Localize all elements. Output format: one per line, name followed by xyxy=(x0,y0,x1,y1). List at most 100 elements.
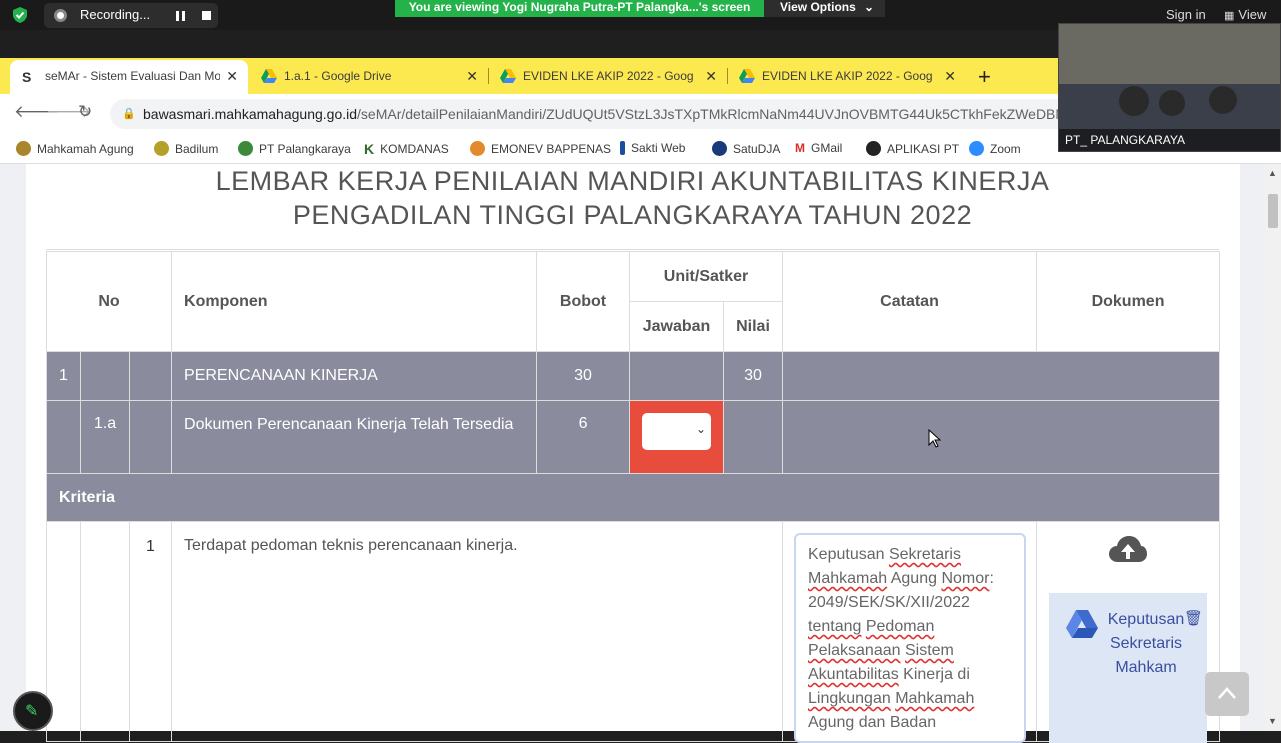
row-nilai xyxy=(723,400,784,474)
row-komponen: Dokumen Perencanaan Kinerja Telah Tersed… xyxy=(171,400,538,474)
row-kriteria-no xyxy=(128,400,173,474)
video-tile-name: PT_ PALANGKARAYA xyxy=(1059,129,1280,151)
bookmark-label: Mahkamah Agung xyxy=(37,141,134,156)
header-jawaban: Jawaban xyxy=(629,301,725,352)
chevron-down-icon: ⌄ xyxy=(696,422,707,436)
row-kriteria-no xyxy=(128,351,173,401)
bookmark-gmail[interactable]: M GMail xyxy=(795,141,842,155)
row-subno xyxy=(80,351,130,401)
jawaban-select[interactable]: ⌄ xyxy=(642,413,711,450)
tab-separator xyxy=(488,68,489,84)
stop-recording-icon[interactable] xyxy=(202,11,211,20)
header-unit-satker: Unit/Satker xyxy=(629,251,784,302)
tab-separator xyxy=(727,68,728,84)
table-row: 1 PERENCANAAN KINERJA 30 30 xyxy=(46,351,1221,401)
globe-icon xyxy=(866,141,881,156)
kriteria-header-row: Kriteria xyxy=(45,473,1221,522)
bookmark-label: PT Palangkaraya xyxy=(259,141,351,156)
new-tab-plus-icon[interactable]: + xyxy=(978,64,991,90)
trash-icon[interactable]: 🗑 xyxy=(1184,609,1203,627)
page-title: LEMBAR KERJA PENILAIAN MANDIRI AKUNTABIL… xyxy=(46,164,1219,250)
recording-label: Recording... xyxy=(80,7,151,22)
bookmark-komdanas[interactable]: K KOMDANAS xyxy=(364,141,449,157)
tab-eviden-lke-1[interactable]: EVIDEN LKE AKIP 2022 - Google ✕ xyxy=(491,62,727,92)
zoom-logo-icon xyxy=(969,141,984,156)
bookmark-label: Badilum xyxy=(175,141,219,156)
close-tab-icon[interactable]: ✕ xyxy=(466,68,478,85)
bookmark-label: APLIKASI PT xyxy=(887,141,960,156)
header-nilai: Nilai xyxy=(723,301,784,352)
tab-title: seMAr - Sistem Evaluasi Dan Mo xyxy=(45,69,220,83)
view-options-button[interactable]: View Options ⌄ xyxy=(764,0,885,17)
scrollbar-thumb[interactable] xyxy=(1268,194,1278,228)
participant-figure xyxy=(1159,90,1185,116)
catatan-textarea[interactable]: Keputusan Sekretaris Mahkamah Agung Nomo… xyxy=(794,533,1026,743)
close-tab-icon[interactable]: ✕ xyxy=(944,68,956,85)
gmail-icon: M xyxy=(795,141,805,155)
table-row: 1 Terdapat pedoman teknis perencanaan ki… xyxy=(46,521,1221,742)
pt-palangkaraya-logo-icon xyxy=(238,141,253,156)
row-subno: 1.a xyxy=(80,400,130,474)
bookmark-label: Zoom xyxy=(990,141,1021,156)
tab-title: 1.a.1 - Google Drive xyxy=(284,69,392,83)
tab-semar[interactable]: S seMAr - Sistem Evaluasi Dan Mo ✕ xyxy=(10,60,248,94)
bookmark-sakti-web[interactable]: Sakti Web xyxy=(620,141,685,155)
security-shield-icon[interactable] xyxy=(10,5,30,25)
header-komponen: Komponen xyxy=(171,251,538,352)
participant-video-tile[interactable]: PT_ PALANGKARAYA xyxy=(1058,23,1281,152)
row-kriteria-text: Terdapat pedoman teknis perencanaan kine… xyxy=(171,521,784,742)
header-bobot: Bobot xyxy=(536,251,631,352)
annotate-button[interactable]: ✎ xyxy=(13,691,53,731)
header-no: No xyxy=(45,251,173,352)
bookmark-badilum[interactable]: Badilum xyxy=(154,141,218,156)
bookmark-aplikasi-pt[interactable]: APLIKASI PT xyxy=(866,141,959,156)
bookmark-mahkamah-agung[interactable]: Mahkamah Agung xyxy=(16,141,134,156)
row-subno xyxy=(80,521,130,742)
view-options-label: View Options xyxy=(780,0,856,14)
grid-view-icon: ▦ xyxy=(1224,10,1235,22)
bappenas-logo-icon xyxy=(470,141,485,156)
document-name: Keputusan Sekretaris Mahkam xyxy=(1107,611,1185,676)
row-nilai: 30 xyxy=(723,351,784,401)
pause-recording-icon[interactable] xyxy=(176,11,186,21)
video-wall xyxy=(1059,24,1280,84)
view-button[interactable]: ▦ View xyxy=(1224,7,1266,22)
close-tab-icon[interactable]: ✕ xyxy=(705,68,717,85)
bookmark-label: KOMDANAS xyxy=(380,142,449,156)
view-label: View xyxy=(1238,7,1267,22)
participant-figure xyxy=(1209,86,1237,114)
close-tab-icon[interactable]: ✕ xyxy=(226,68,238,85)
semar-logo-icon: S xyxy=(22,69,32,85)
bookmark-label: Sakti Web xyxy=(631,141,686,155)
mahkamah-agung-logo-icon xyxy=(16,141,31,156)
row-bobot: 6 xyxy=(536,400,631,474)
row-jawaban xyxy=(629,351,725,401)
tab-eviden-lke-2[interactable]: EVIDEN LKE AKIP 2022 - Google ✕ xyxy=(730,62,966,92)
chevron-up-icon xyxy=(1218,687,1236,699)
tab-title: EVIDEN LKE AKIP 2022 - Google xyxy=(523,69,693,83)
bookmark-pt-palangkaraya[interactable]: PT Palangkaraya xyxy=(238,141,351,156)
bookmark-label: EMONEV BAPPENAS xyxy=(491,141,612,156)
sign-in-link[interactable]: Sign in xyxy=(1166,7,1206,22)
komdanas-k-icon: K xyxy=(364,141,375,157)
google-drive-icon xyxy=(261,69,277,83)
lock-icon: 🔒 xyxy=(122,108,136,120)
cloud-upload-icon[interactable] xyxy=(1108,534,1148,566)
uploaded-document-card[interactable]: Keputusan Sekretaris Mahkam 🗑 xyxy=(1049,593,1207,743)
scroll-down-arrow-icon[interactable]: ▼ xyxy=(1268,716,1277,726)
scroll-up-arrow-icon[interactable]: ▲ xyxy=(1268,168,1277,178)
assessment-table: No Komponen Bobot Unit/Satker Catatan Do… xyxy=(45,251,1221,742)
page-title-line2: PENGADILAN TINGGI PALANGKARAYA TAHUN 202… xyxy=(292,200,973,230)
row-catatan xyxy=(782,400,1221,474)
scroll-to-top-button[interactable] xyxy=(1205,672,1249,716)
bookmark-zoom[interactable]: Zoom xyxy=(969,141,1021,156)
bookmark-label: SatuDJA xyxy=(733,141,781,156)
row-no: 1 xyxy=(46,351,81,401)
bookmark-satudja[interactable]: SatuDJA xyxy=(712,141,780,156)
bookmark-emonev-bappenas[interactable]: EMONEV BAPPENAS xyxy=(470,141,611,156)
header-dokumen: Dokumen xyxy=(1036,251,1221,352)
reload-icon[interactable]: ↻ xyxy=(78,102,92,122)
vertical-scrollbar[interactable]: ▲ ▼ xyxy=(1265,164,1281,731)
address-bar[interactable]: 🔒 bawasmari.mahkamahagung.go.id/seMAr/de… xyxy=(110,99,1110,129)
tab-google-drive[interactable]: 1.a.1 - Google Drive ✕ xyxy=(252,62,488,92)
